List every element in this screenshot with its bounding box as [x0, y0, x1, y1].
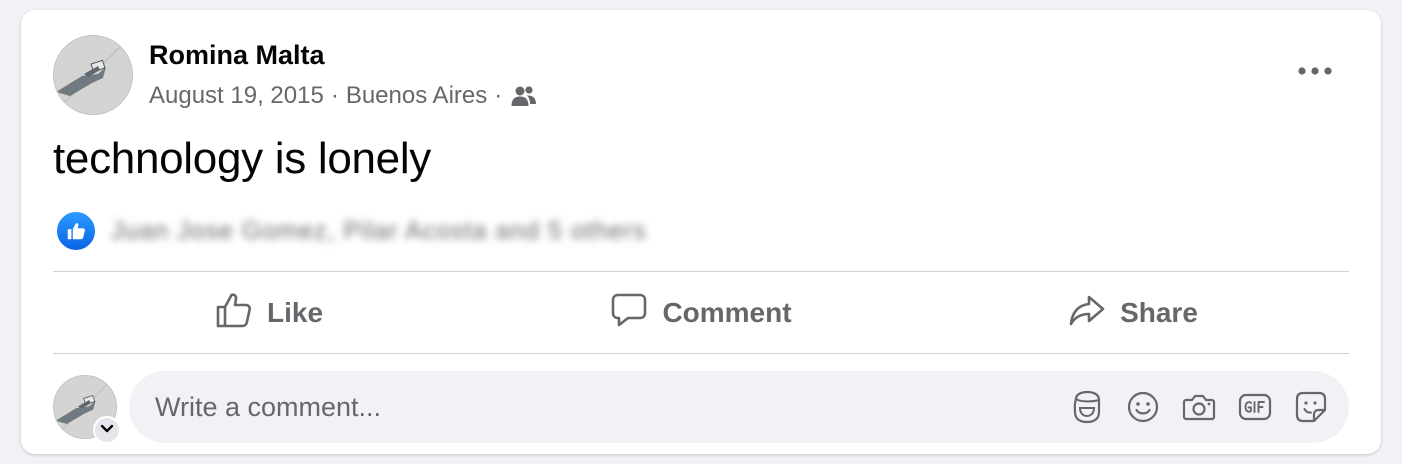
share-label: Share: [1120, 297, 1198, 328]
comment-label: Comment: [662, 297, 792, 328]
share-icon: [1068, 291, 1120, 336]
sticker-icon[interactable]: [1291, 387, 1331, 427]
post-text: technology is lonely: [53, 134, 432, 183]
reaction-names[interactable]: Juan Jose Gomez, Pilar Acosta and 5 othe…: [111, 217, 646, 246]
profile-switch-button[interactable]: [93, 416, 121, 444]
like-label: Like: [266, 297, 324, 328]
commenter-avatar-wrapper[interactable]: [53, 375, 121, 444]
comment-button[interactable]: Comment: [485, 274, 917, 352]
author-avatar-link[interactable]: [53, 35, 133, 115]
post-location[interactable]: Buenos Aires: [346, 82, 487, 110]
gif-icon[interactable]: [1235, 387, 1275, 427]
avatar-sticker-icon[interactable]: [1067, 387, 1107, 427]
comment-icon: [610, 291, 662, 336]
more-options-button[interactable]: [1293, 54, 1337, 88]
comment-input[interactable]: [153, 376, 1051, 438]
comment-composer: [129, 371, 1349, 443]
post-meta: August 19, 2015 · Buenos Aires ·: [149, 82, 537, 110]
meta-separator: ·: [494, 82, 503, 109]
author-avatar: [53, 35, 133, 115]
post-card: Romina Malta August 19, 2015 · Buenos Ai…: [21, 10, 1381, 454]
like-reaction-icon: [55, 210, 97, 252]
thumbs-up-icon: [215, 291, 267, 336]
action-bar: Like Comment Share: [53, 274, 1349, 352]
post-date[interactable]: August 19, 2015: [149, 82, 324, 110]
author-name[interactable]: Romina Malta: [149, 40, 325, 71]
chevron-down-icon: [100, 421, 114, 439]
divider: [53, 353, 1349, 354]
reactions-summary[interactable]: Juan Jose Gomez, Pilar Acosta and 5 othe…: [55, 210, 646, 252]
meta-separator: ·: [330, 82, 339, 109]
comment-tools: [1051, 387, 1331, 427]
share-button[interactable]: Share: [917, 274, 1349, 352]
camera-icon[interactable]: [1179, 387, 1219, 427]
like-button[interactable]: Like: [53, 274, 485, 352]
friends-icon[interactable]: [511, 85, 537, 107]
divider: [53, 271, 1349, 272]
more-options-icon: [1298, 62, 1332, 80]
emoji-icon[interactable]: [1123, 387, 1163, 427]
